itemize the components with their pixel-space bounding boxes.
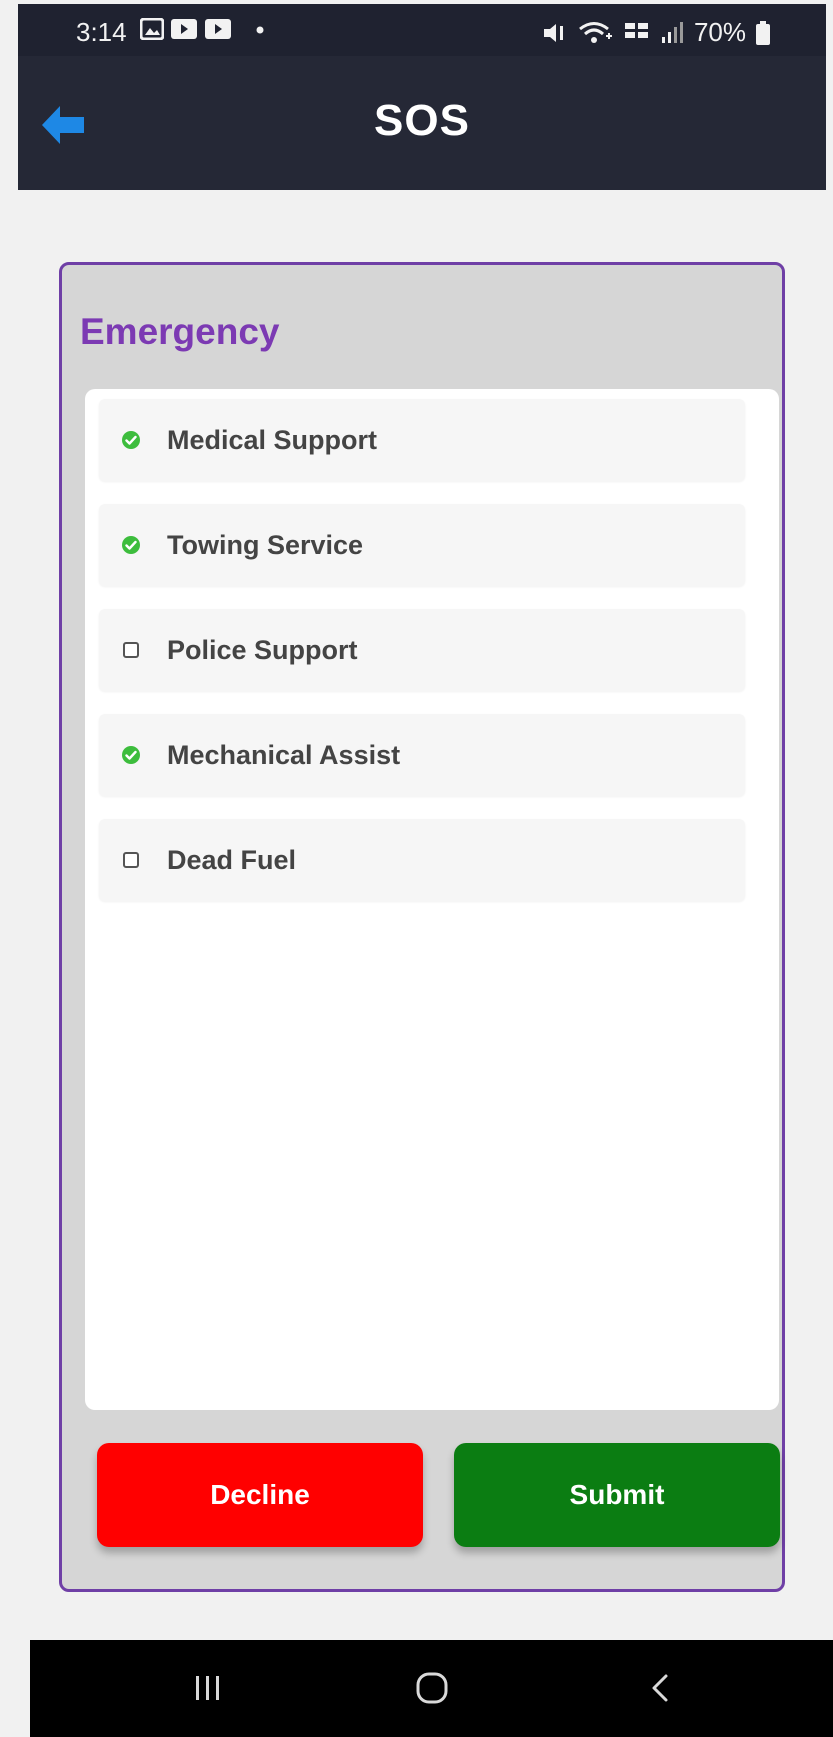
card-title: Emergency	[80, 311, 280, 352]
recents-icon	[196, 1676, 219, 1700]
option-police-support[interactable]: Police Support	[99, 609, 745, 691]
status-right: 70%	[542, 17, 770, 48]
battery-percent: 70%	[693, 17, 746, 47]
option-label: Medical Support	[167, 425, 378, 455]
signal-icon	[661, 21, 683, 43]
status-time: 3:14	[76, 17, 127, 47]
gallery-notification-icon	[140, 18, 164, 40]
recents-button[interactable]	[190, 1670, 226, 1711]
option-medical-support[interactable]: Medical Support	[99, 399, 745, 481]
page-title: SOS	[374, 96, 470, 145]
system-back-button[interactable]	[644, 1670, 680, 1711]
option-label: Towing Service	[167, 530, 364, 560]
option-mechanical-assist[interactable]: Mechanical Assist	[99, 714, 745, 796]
app-bar: SOS	[18, 56, 826, 190]
checked-icon	[122, 746, 140, 764]
home-button[interactable]	[414, 1670, 450, 1711]
option-label: Mechanical Assist	[167, 740, 401, 770]
volte-lte-icon	[624, 22, 648, 38]
option-label: Dead Fuel	[167, 845, 297, 875]
video-notification-icon-2	[205, 19, 231, 39]
checked-icon	[122, 536, 140, 554]
unchecked-box-icon	[123, 852, 139, 868]
submit-button[interactable]: Submit	[454, 1443, 780, 1547]
checked-icon	[122, 431, 140, 449]
wifi-icon	[579, 21, 612, 43]
screen: 3:14 70% SOS Emergency Medical Support T…	[0, 0, 833, 1737]
video-notification-icon	[171, 19, 197, 39]
unchecked-box-icon	[123, 642, 139, 658]
battery-icon	[756, 20, 770, 45]
more-notifications-dot-icon	[256, 26, 264, 34]
decline-button[interactable]: Decline	[97, 1443, 423, 1547]
option-label: Police Support	[167, 635, 358, 665]
back-icon	[652, 1674, 668, 1702]
emergency-card: Emergency Medical Support Towing Service	[59, 262, 785, 1592]
option-list: Medical Support Towing Service Police Su…	[85, 389, 779, 1410]
system-nav-bar	[30, 1640, 833, 1737]
option-towing-service[interactable]: Towing Service	[99, 504, 745, 586]
option-dead-fuel[interactable]: Dead Fuel	[99, 819, 745, 901]
home-icon	[416, 1672, 448, 1704]
status-bar: 3:14 70%	[18, 4, 826, 56]
mute-icon	[543, 23, 563, 42]
